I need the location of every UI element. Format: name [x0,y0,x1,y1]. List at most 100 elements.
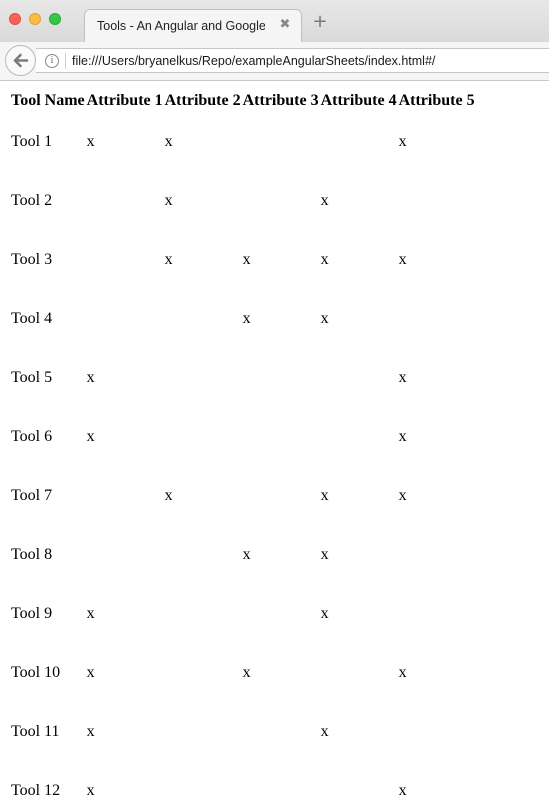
attribute-4-cell: x [320,545,329,563]
attribute-1-cell [87,231,163,288]
attribute-2-cell: x [164,250,173,268]
attribute-1-cell: x [86,132,95,150]
tool-name-cell: Tool 8 [11,545,53,563]
tool-name-cell: Tool 3 [11,250,53,268]
title-bar: Tools - An Angular and Google ... ✖ + [0,0,549,43]
column-header-attribute-3: Attribute 3 [242,92,319,109]
table-body: Tool 1 x x x Tool 2 x x Tool 3 x x x x Tool 4 x x Tool … [11,113,475,800]
table-header-row: Tool Name Attribute 1 Attribute 2 Attribute… [11,91,475,111]
attribute-5-cell: x [398,250,407,268]
attribute-4-cell: x [320,604,329,622]
tool-name-cell: Tool 9 [11,604,53,622]
tool-name-cell: Tool 10 [11,663,61,681]
attribute-3-cell [243,762,319,800]
attribute-1-cell: x [86,781,95,799]
table-row: Tool 1 x x x [11,113,475,170]
attribute-5-cell: x [398,486,407,504]
attribute-5-cell: x [398,132,407,150]
column-header-attribute-1: Attribute 1 [86,92,163,109]
attribute-1-cell: x [86,604,95,622]
table-row: Tool 4 x x [11,290,475,347]
arrow-left-icon [13,53,29,68]
page-content: Tool Name Attribute 1 Attribute 2 Attribute… [0,81,549,800]
navigation-toolbar: i file:///Users/bryanelkus/Repo/exampleA… [0,42,549,81]
table-row: Tool 8 x x [11,526,475,583]
attribute-3-cell [243,172,319,229]
column-header-attribute-4: Attribute 4 [320,92,397,109]
attribute-2-cell: x [164,486,173,504]
attribute-4-cell: x [320,191,329,209]
attribute-1-cell [87,290,163,347]
attribute-2-cell [165,703,241,760]
tool-name-cell: Tool 4 [11,309,53,327]
table-row: Tool 5 x x [11,349,475,406]
info-icon[interactable]: i [45,54,59,68]
attribute-3-cell [243,349,319,406]
table-row: Tool 2 x x [11,172,475,229]
attribute-2-cell [165,290,241,347]
zoom-window-button[interactable] [49,13,61,25]
address-bar[interactable]: i file:///Users/bryanelkus/Repo/exampleA… [36,48,549,73]
tool-name-cell: Tool 1 [11,132,53,150]
attribute-4-cell [321,349,397,406]
close-icon[interactable]: ✖ [278,18,292,32]
attribute-2-cell [165,349,241,406]
minimize-window-button[interactable] [29,13,41,25]
table-row: Tool 6 x x [11,408,475,465]
attribute-4-cell [321,113,397,170]
attribute-5-cell: x [398,368,407,386]
attribute-5-cell: x [398,781,407,799]
attribute-2-cell: x [164,132,173,150]
browser-window: Tools - An Angular and Google ... ✖ + i … [0,0,549,800]
attribute-2-cell: x [164,191,173,209]
attribute-1-cell [87,526,163,583]
tab-tools[interactable]: Tools - An Angular and Google ... ✖ [84,9,302,42]
url-input[interactable]: file:///Users/bryanelkus/Repo/exampleAng… [72,54,435,68]
attribute-5-cell [399,290,475,347]
back-button[interactable] [5,45,36,76]
attribute-3-cell [243,467,319,524]
tools-table: Tool Name Attribute 1 Attribute 2 Attribute… [9,89,477,800]
attribute-2-cell [165,762,241,800]
tool-name-cell: Tool 11 [11,722,60,740]
attribute-4-cell: x [320,486,329,504]
attribute-1-cell: x [86,427,95,445]
url-divider [65,53,66,69]
attribute-3-cell [243,703,319,760]
attribute-4-cell: x [320,250,329,268]
attribute-3-cell: x [242,545,251,563]
column-header-attribute-5: Attribute 5 [398,92,475,109]
new-tab-icon[interactable]: + [312,13,328,31]
attribute-1-cell: x [86,722,95,740]
attribute-1-cell: x [86,368,95,386]
attribute-3-cell: x [242,663,251,681]
attribute-4-cell: x [320,309,329,327]
attribute-1-cell: x [86,663,95,681]
table-row: Tool 9 x x [11,585,475,642]
tool-name-cell: Tool 2 [11,191,53,209]
column-header-tool-name: Tool Name [11,92,85,109]
attribute-5-cell [399,703,475,760]
close-window-button[interactable] [9,13,21,25]
attribute-4-cell: x [320,722,329,740]
attribute-3-cell: x [242,250,251,268]
attribute-2-cell [165,526,241,583]
attribute-5-cell [399,172,475,229]
attribute-4-cell [321,408,397,465]
attribute-2-cell [165,644,241,701]
attribute-2-cell [165,585,241,642]
table-row: Tool 3 x x x x [11,231,475,288]
attribute-5-cell [399,526,475,583]
tool-name-cell: Tool 5 [11,368,53,386]
attribute-1-cell [87,467,163,524]
table-row: Tool 12 x x [11,762,475,800]
tab-title: Tools - An Angular and Google ... [97,19,265,33]
attribute-5-cell: x [398,663,407,681]
table-row: Tool 10 x x x [11,644,475,701]
table-row: Tool 7 x x x [11,467,475,524]
attribute-3-cell [243,408,319,465]
attribute-3-cell [243,585,319,642]
attribute-4-cell [321,762,397,800]
attribute-4-cell [321,644,397,701]
table-row: Tool 11 x x [11,703,475,760]
